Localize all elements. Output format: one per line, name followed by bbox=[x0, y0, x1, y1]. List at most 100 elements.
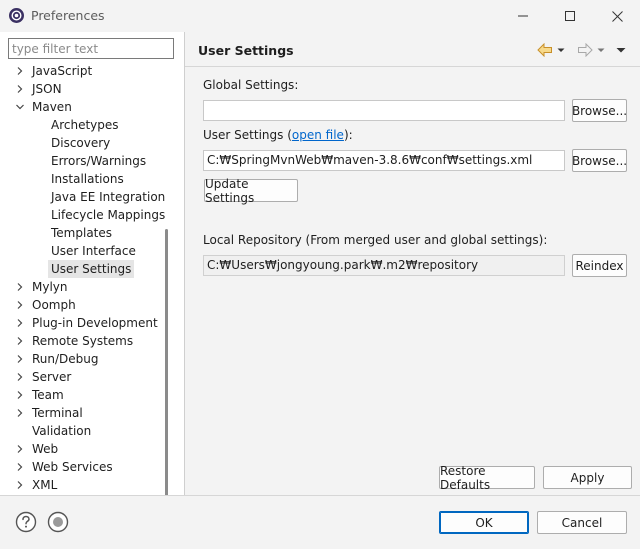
tree-item-label: Archetypes bbox=[51, 118, 119, 132]
reindex-button[interactable]: Reindex bbox=[572, 254, 627, 277]
tree-item[interactable]: Run/Debug bbox=[0, 350, 170, 368]
preference-page: User Settings Global Settings: Browse...… bbox=[185, 32, 640, 495]
tree-item[interactable]: Java EE Integration bbox=[0, 188, 170, 206]
chevron-right-icon[interactable] bbox=[13, 350, 27, 368]
import-export-icon[interactable] bbox=[47, 511, 69, 533]
tree-item[interactable]: Templates bbox=[0, 224, 170, 242]
preferences-tree: JavaScript JSON Maven Archetypes Discovery Er… bbox=[0, 62, 170, 494]
tree-item[interactable]: Remote Systems bbox=[0, 332, 170, 350]
back-nav[interactable] bbox=[537, 41, 566, 59]
header-separator bbox=[185, 66, 640, 67]
title-bar: Preferences bbox=[0, 0, 640, 32]
maximize-button[interactable] bbox=[547, 0, 593, 32]
user-settings-label-suffix: ): bbox=[343, 128, 353, 142]
help-icon[interactable] bbox=[15, 511, 37, 533]
tree-item[interactable]: Web Services bbox=[0, 458, 170, 476]
window-title: Preferences bbox=[31, 8, 105, 23]
page-title: User Settings bbox=[198, 43, 294, 58]
tree-item-label: Lifecycle Mappings bbox=[51, 208, 166, 222]
chevron-right-icon[interactable] bbox=[13, 458, 27, 476]
chevron-right-icon[interactable] bbox=[13, 476, 27, 494]
chevron-down-icon[interactable] bbox=[13, 98, 27, 116]
tree-item-label: Validation bbox=[32, 424, 92, 438]
user-settings-label-text: User Settings ( bbox=[203, 128, 292, 142]
forward-arrow-icon bbox=[578, 43, 593, 57]
tree-item-label: Oomph bbox=[32, 298, 76, 312]
tree-scrollbar-thumb[interactable] bbox=[165, 229, 168, 509]
tree-item[interactable]: Team bbox=[0, 386, 170, 404]
chevron-right-icon[interactable] bbox=[13, 404, 27, 422]
user-settings-field[interactable]: C:₩SpringMvnWeb₩maven-3.8.6₩conf₩setting… bbox=[203, 150, 565, 171]
tree-item[interactable]: JSON bbox=[0, 80, 170, 98]
chevron-right-icon[interactable] bbox=[13, 314, 27, 332]
chevron-right-icon[interactable] bbox=[13, 368, 27, 386]
browse-user-button[interactable]: Browse... bbox=[572, 149, 627, 172]
tree-item[interactable]: Archetypes bbox=[0, 116, 170, 134]
tree-item-label: Maven bbox=[32, 100, 72, 114]
tree-item-label: Templates bbox=[51, 226, 113, 240]
tree-item[interactable]: Installations bbox=[0, 170, 170, 188]
tree-item-label: Java EE Integration bbox=[51, 190, 166, 204]
update-settings-button[interactable]: Update Settings bbox=[204, 177, 298, 205]
tree-item[interactable]: XML bbox=[0, 476, 170, 494]
tree-item[interactable]: JavaScript bbox=[0, 62, 170, 80]
chevron-right-icon[interactable] bbox=[13, 386, 27, 404]
maximize-icon bbox=[565, 11, 575, 21]
global-settings-label: Global Settings: bbox=[203, 78, 299, 92]
chevron-right-icon[interactable] bbox=[13, 440, 27, 458]
minimize-button[interactable] bbox=[500, 0, 546, 32]
tree-item[interactable]: Oomph bbox=[0, 296, 170, 314]
tree-item[interactable]: Server bbox=[0, 368, 170, 386]
tree-item[interactable]: Terminal bbox=[0, 404, 170, 422]
chevron-right-icon[interactable] bbox=[13, 332, 27, 350]
ok-button[interactable]: OK bbox=[439, 511, 529, 534]
tree-item-label: Installations bbox=[51, 172, 124, 186]
tree-item[interactable]: Maven bbox=[0, 98, 170, 116]
chevron-right-icon[interactable] bbox=[13, 296, 27, 314]
preferences-navigation-pane: JavaScript JSON Maven Archetypes Discovery Er… bbox=[0, 32, 184, 509]
tree-item[interactable]: Lifecycle Mappings bbox=[0, 206, 170, 224]
global-settings-field[interactable] bbox=[203, 100, 565, 121]
back-dropdown-icon[interactable] bbox=[556, 45, 566, 55]
back-arrow-icon bbox=[537, 43, 552, 57]
tree-item-label: User Interface bbox=[51, 244, 136, 258]
tree-item[interactable]: Plug-in Development bbox=[0, 314, 170, 332]
user-settings-label: User Settings (open file): bbox=[203, 128, 353, 142]
chevron-right-icon[interactable] bbox=[13, 80, 27, 98]
chevron-right-icon[interactable] bbox=[13, 62, 27, 80]
restore-defaults-button[interactable]: Restore Defaults bbox=[439, 464, 535, 492]
view-menu[interactable] bbox=[616, 41, 626, 59]
tree-item-label: Run/Debug bbox=[32, 352, 99, 366]
eclipse-app-icon bbox=[9, 8, 24, 23]
close-button[interactable] bbox=[594, 0, 640, 32]
tree-item-label: Terminal bbox=[32, 406, 83, 420]
tree-item-label: Remote Systems bbox=[32, 334, 134, 348]
tree-item[interactable]: User Settings bbox=[0, 260, 170, 278]
tree-item-label: XML bbox=[32, 478, 58, 492]
forward-nav[interactable] bbox=[577, 41, 606, 59]
tree-item-label: Team bbox=[32, 388, 64, 402]
browse-global-button[interactable]: Browse... bbox=[572, 99, 627, 122]
open-file-link[interactable]: open file bbox=[292, 128, 344, 142]
tree-item-label: Plug-in Development bbox=[32, 316, 158, 330]
tree-item-label: Server bbox=[32, 370, 72, 384]
tree-item[interactable]: Discovery bbox=[0, 134, 170, 152]
tree-item[interactable]: Web bbox=[0, 440, 170, 458]
filter-input[interactable] bbox=[8, 38, 174, 59]
minimize-icon bbox=[518, 15, 528, 17]
tree-item-label: Web bbox=[32, 442, 59, 456]
tree-item-label: Errors/Warnings bbox=[51, 154, 147, 168]
tree-item-label: JavaScript bbox=[32, 64, 93, 78]
tree-item[interactable]: User Interface bbox=[0, 242, 170, 260]
tree-item-label: JSON bbox=[32, 82, 62, 96]
local-repository-label: Local Repository (From merged user and g… bbox=[203, 233, 548, 247]
apply-button[interactable]: Apply bbox=[543, 466, 632, 489]
tree-item[interactable]: Mylyn bbox=[0, 278, 170, 296]
cancel-button[interactable]: Cancel bbox=[537, 511, 627, 534]
forward-dropdown-icon[interactable] bbox=[596, 45, 606, 55]
tree-item[interactable]: Errors/Warnings bbox=[0, 152, 170, 170]
tree-item-label: Discovery bbox=[51, 136, 111, 150]
tree-item[interactable]: Validation bbox=[0, 422, 170, 440]
dialog-button-bar: OK Cancel bbox=[0, 495, 640, 549]
chevron-right-icon[interactable] bbox=[13, 278, 27, 296]
